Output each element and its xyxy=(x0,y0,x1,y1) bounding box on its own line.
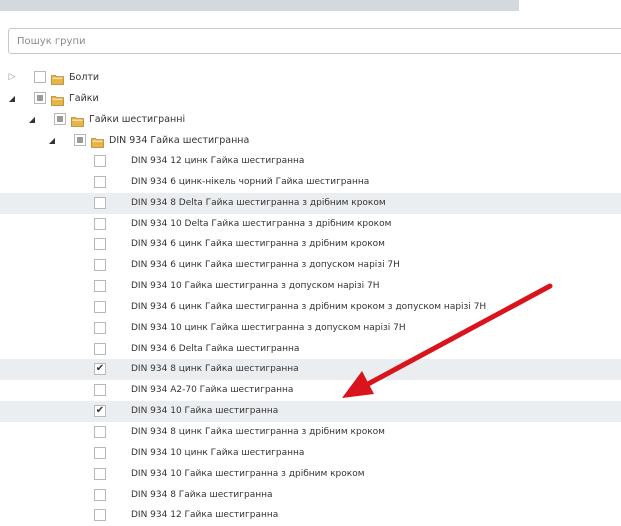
tree-leaf-row[interactable]: DIN 934 8 цинк Гайка шестигранна з дрібн… xyxy=(0,422,621,443)
folder-icon xyxy=(91,135,104,148)
tree-node[interactable]: ▷ Болти xyxy=(0,67,621,88)
tree-leaf-label: DIN 934 10 Гайка шестигранна з допуском … xyxy=(131,281,380,292)
tree-leaf-label: DIN 934 10 Гайка шестигранна з дрібним к… xyxy=(131,468,365,479)
tree-leaf-label: DIN 934 6 Delta Гайка шестигранна xyxy=(131,343,300,354)
tree-node-label: DIN 934 Гайка шестигранна xyxy=(109,135,250,146)
tree-leaf-label: DIN 934 12 Гайка шестигранна xyxy=(131,510,279,521)
tree-node-checkbox[interactable] xyxy=(34,71,46,83)
checkmark-icon: ✔ xyxy=(95,405,105,417)
tree-leaf-row[interactable]: DIN 934 12 цинк Гайка шестигранна xyxy=(0,151,621,172)
tree-leaf-row[interactable]: DIN 934 6 Delta Гайка шестигранна xyxy=(0,339,621,360)
tree-leaf-label: DIN 934 10 Гайка шестигранна xyxy=(131,406,279,417)
tree-leaf-label: DIN 934 8 цинк Гайка шестигранна xyxy=(131,364,299,375)
tree-leaf-label: DIN 934 10 цинк Гайка шестигранна з допу… xyxy=(131,322,406,333)
tree-leaf-label: DIN 934 6 цинк Гайка шестигранна з дрібн… xyxy=(131,239,385,250)
tree-leaf-row[interactable]: DIN 934 A2-70 Гайка шестигранна xyxy=(0,380,621,401)
tree-leaf-label: DIN 934 10 Delta Гайка шестигранна з дрі… xyxy=(131,218,392,229)
tree-node-checkbox[interactable] xyxy=(34,92,46,104)
folder-icon xyxy=(51,72,64,85)
tree-leaf-checkbox[interactable] xyxy=(94,280,106,293)
tree-leaf-row[interactable]: DIN 934 8 Гайка шестигранна xyxy=(0,485,621,506)
tree-leaf-checkbox[interactable] xyxy=(94,259,106,272)
triangle-down-icon[interactable]: ◢ xyxy=(46,130,58,151)
tree-leaf-checkbox[interactable] xyxy=(94,238,106,251)
tree-leaf-row[interactable]: ✔ DIN 934 8 цинк Гайка шестигранна xyxy=(0,359,621,381)
tree-leaf-row[interactable]: DIN 934 10 Гайка шестигранна з дрібним к… xyxy=(0,464,621,485)
group-search-input[interactable] xyxy=(8,28,621,54)
tree-leaf-label: DIN 934 12 цинк Гайка шестигранна xyxy=(131,156,305,166)
folder-icon xyxy=(51,93,64,106)
folder-icon xyxy=(71,114,84,127)
tree-node[interactable]: ◢ DIN 934 Гайка шестигранна xyxy=(0,130,621,151)
tree-leaf-checkbox[interactable] xyxy=(94,467,106,480)
tree-leaf-row[interactable]: DIN 934 6 цинк-нікель чорний Гайка шести… xyxy=(0,172,621,193)
tree-leaf-label: DIN 934 6 цинк-нікель чорний Гайка шести… xyxy=(131,176,370,187)
tree-leaf-checkbox[interactable] xyxy=(94,342,106,355)
tree-leaf-row[interactable]: DIN 934 8 Delta Гайка шестигранна з дріб… xyxy=(0,192,621,214)
tree-leaf-row[interactable]: DIN 934 10 цинк Гайка шестигранна з допу… xyxy=(0,318,621,339)
tree-node[interactable]: ◢ Гайки xyxy=(0,88,621,109)
tree-leaf-checkbox[interactable] xyxy=(94,196,106,209)
tree-leaf-checkbox[interactable] xyxy=(94,509,106,522)
checkmark-icon: ✔ xyxy=(95,363,105,375)
tree-leaf-checkbox[interactable] xyxy=(94,488,106,501)
tree-leaf-row[interactable]: DIN 934 6 цинк Гайка шестигранна з допус… xyxy=(0,255,621,276)
tree-leaf-checkbox[interactable] xyxy=(94,425,106,438)
tree-leaf-checkbox[interactable] xyxy=(94,321,106,334)
tree-leaf-checkbox[interactable] xyxy=(94,217,106,230)
tree-node-checkbox[interactable] xyxy=(74,134,86,146)
tree-leaf-checkbox[interactable] xyxy=(94,446,106,459)
tree-leaf-row[interactable]: DIN 934 6 цинк Гайка шестигранна з дрібн… xyxy=(0,234,621,255)
tree-leaf-row[interactable]: DIN 934 10 Delta Гайка шестигранна з дрі… xyxy=(0,214,621,235)
tree-leaf-checkbox[interactable] xyxy=(94,384,106,397)
tree-leaf-label: DIN 934 8 цинк Гайка шестигранна з дрібн… xyxy=(131,426,385,437)
tree-leaf-checkbox[interactable]: ✔ xyxy=(94,405,106,418)
tree-node-label: Болти xyxy=(69,72,100,83)
tree-node-label: Гайки xyxy=(69,93,99,104)
tree-node-checkbox[interactable] xyxy=(54,113,66,125)
group-tree: ▷ Болти ◢ Гайки ◢ Гайки шестигранні ◢ DIN 934 Г… xyxy=(0,67,621,526)
top-bar xyxy=(0,0,519,11)
triangle-down-icon[interactable]: ◢ xyxy=(6,88,18,109)
tree-leaf-checkbox[interactable] xyxy=(94,175,106,188)
tree-leaf-label: DIN 934 10 цинк Гайка шестигранна xyxy=(131,447,305,458)
tree-leaf-row[interactable]: ✔ DIN 934 10 Гайка шестигранна xyxy=(0,401,621,422)
triangle-right-icon[interactable]: ▷ xyxy=(6,67,18,88)
tree-leaf-checkbox[interactable] xyxy=(94,300,106,313)
tree-leaf-row[interactable]: DIN 934 12 Гайка шестигранна xyxy=(0,505,621,526)
tree-leaf-label: DIN 934 8 Delta Гайка шестигранна з дріб… xyxy=(131,197,386,208)
tree-node-label: Гайки шестигранні xyxy=(89,114,186,125)
tree-node[interactable]: ◢ Гайки шестигранні xyxy=(0,109,621,130)
triangle-down-icon[interactable]: ◢ xyxy=(26,109,38,130)
tree-leaf-row[interactable]: DIN 934 10 цинк Гайка шестигранна xyxy=(0,443,621,464)
tree-leaf-label: DIN 934 6 цинк Гайка шестигранна з допус… xyxy=(131,260,400,271)
tree-leaf-label: DIN 934 8 Гайка шестигранна xyxy=(131,489,273,500)
tree-leaf-row[interactable]: DIN 934 10 Гайка шестигранна з допуском … xyxy=(0,276,621,297)
tree-leaf-label: DIN 934 A2-70 Гайка шестигранна xyxy=(131,385,294,396)
tree-leaf-checkbox[interactable] xyxy=(94,155,106,167)
tree-leaf-checkbox[interactable]: ✔ xyxy=(94,363,106,376)
tree-leaf-label: DIN 934 6 цинк Гайка шестигранна з дрібн… xyxy=(131,301,487,312)
tree-leaf-row[interactable]: DIN 934 6 цинк Гайка шестигранна з дрібн… xyxy=(0,297,621,318)
